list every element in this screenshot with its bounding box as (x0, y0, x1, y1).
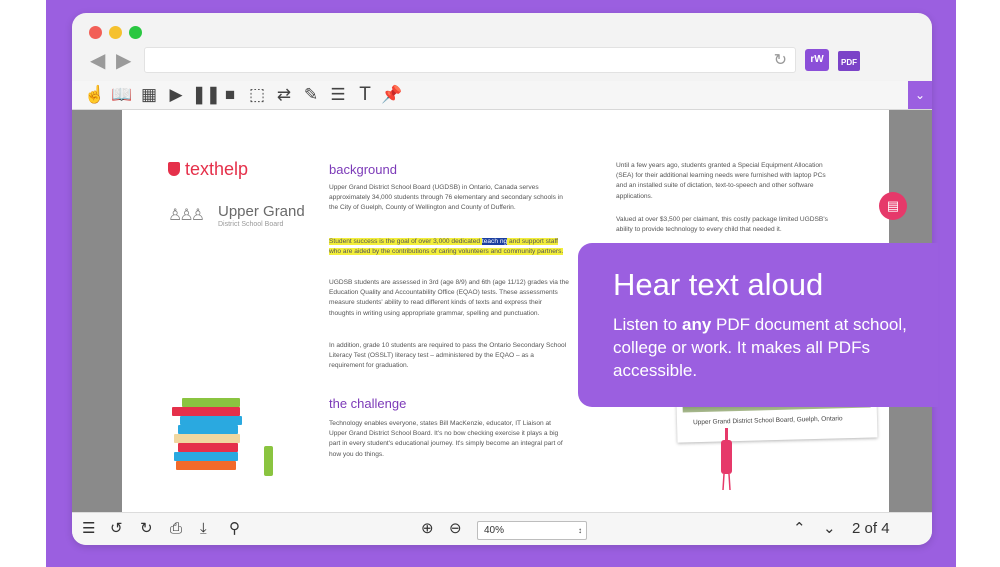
previous-page-icon[interactable]: ⌃ (793, 520, 806, 538)
school-name: Upper Grand (218, 203, 305, 220)
next-page-icon[interactable]: ⌄ (823, 520, 836, 538)
zoom-select[interactable]: 40% ↕ (477, 521, 587, 540)
feature-callout: Hear text aloud Listen to any PDF docume… (578, 243, 938, 407)
shuffle-icon[interactable]: ⇄ (273, 84, 295, 106)
book-icon[interactable]: 📖 (111, 84, 133, 106)
play-icon[interactable]: ▶ (165, 84, 187, 106)
school-figures-icon: ♙♙♙ (168, 207, 205, 224)
school-subtitle: District School Board (218, 221, 284, 228)
print-icon[interactable]: ⎙ (170, 520, 182, 538)
current-page-number[interactable]: 2 (852, 520, 860, 537)
page-indicator: 2 of 4 (852, 520, 890, 537)
zoom-in-icon[interactable]: ⊕ (421, 520, 434, 538)
highlight-current-word: teach ng (481, 238, 508, 245)
pink-pin-illustration (721, 428, 732, 490)
book (174, 452, 238, 461)
book-stack-illustration (168, 398, 298, 488)
zoom-value: 40% (484, 525, 505, 536)
callout-body-start: Listen to (613, 315, 682, 334)
outline-list-icon[interactable]: ☰ (82, 520, 95, 538)
background-paragraph-3: UGDSB students are assessed in 3rd (age … (329, 279, 569, 317)
close-window-dot[interactable] (89, 26, 102, 39)
pause-icon[interactable]: ❚❚ (192, 84, 221, 106)
callout-body-emphasis: any (682, 315, 712, 334)
photo-caption: Upper Grand District School Board, Guelp… (692, 415, 843, 427)
background-heading: background (329, 162, 397, 177)
toolbar-dropdown-button[interactable]: ⌄ (908, 81, 932, 109)
search-icon[interactable]: ⚲ (229, 520, 240, 538)
read-write-extension-button[interactable]: rW (805, 49, 829, 71)
text-icon[interactable]: T (354, 84, 376, 106)
zoom-out-icon[interactable]: ⊖ (449, 520, 462, 538)
book (180, 416, 242, 425)
book (174, 434, 240, 443)
book (176, 461, 236, 470)
background-paragraph-1: Upper Grand District School Board (UGDSB… (329, 184, 563, 212)
download-icon[interactable]: ⤓ (200, 520, 207, 538)
highlighted-paragraph: Student success is the goal of over 3,00… (329, 237, 569, 257)
minimize-window-dot[interactable] (109, 26, 122, 39)
rotate-right-icon[interactable]: ↻ (140, 520, 153, 538)
right-column-paragraph-2: Valued at over $3,500 per claimant, this… (616, 216, 828, 234)
challenge-paragraph: Technology enables everyone, states Bill… (329, 420, 563, 458)
pdf-extension-button[interactable]: PDF (838, 51, 860, 71)
highlight-before: Student success is the goal of over 3,00… (329, 238, 482, 245)
reload-icon[interactable]: ↻ (774, 50, 787, 70)
book (172, 407, 240, 416)
texthelp-logo: texthelp (168, 159, 248, 180)
maximize-window-dot[interactable] (129, 26, 142, 39)
stop-icon[interactable]: ■ (219, 84, 241, 106)
texthelp-logo-mark (168, 162, 180, 176)
green-pin-illustration (264, 446, 273, 476)
background-paragraph-4: In addition, grade 10 students are requi… (329, 342, 567, 370)
screen-select-icon[interactable]: ⬚ (246, 84, 268, 106)
hand-pointer-icon[interactable]: ☝ (84, 84, 106, 106)
callout-title: Hear text aloud (613, 267, 824, 302)
book (182, 398, 240, 407)
image-icon[interactable]: ▦ (138, 84, 160, 106)
total-pages-label: of 4 (864, 520, 890, 537)
texthelp-logo-text: texthelp (185, 159, 249, 179)
list-icon[interactable]: ☰ (327, 84, 349, 106)
pdf-bottom-bar: ☰ ↺ ↻ ⎙ ⤓ ⚲ ⊕ ⊖ 40% ↕ ⌃ ⌄ 2 of 4 (72, 512, 932, 545)
address-bar[interactable]: ↻ (144, 47, 796, 73)
pin-icon[interactable]: 📌 (381, 84, 403, 106)
back-arrow-icon[interactable]: ◀ (90, 51, 105, 71)
comment-icon[interactable]: ▤ (879, 192, 907, 220)
reader-toolbar: ☝ 📖 ▦ ▶ ❚❚ ■ ⬚ ⇄ ✎ ☰ T 📌 ⌄ (72, 81, 932, 110)
book (178, 443, 238, 452)
forward-arrow-icon[interactable]: ▶ (116, 51, 131, 71)
book (178, 425, 238, 434)
callout-body: Listen to any PDF document at school, co… (613, 313, 913, 382)
rotate-left-icon[interactable]: ↺ (110, 520, 123, 538)
right-column-paragraph-1: Until a few years ago, students granted … (616, 162, 826, 200)
challenge-heading: the challenge (329, 396, 407, 411)
select-arrows-icon: ↕ (578, 526, 582, 535)
highlighter-icon[interactable]: ✎ (300, 84, 322, 106)
